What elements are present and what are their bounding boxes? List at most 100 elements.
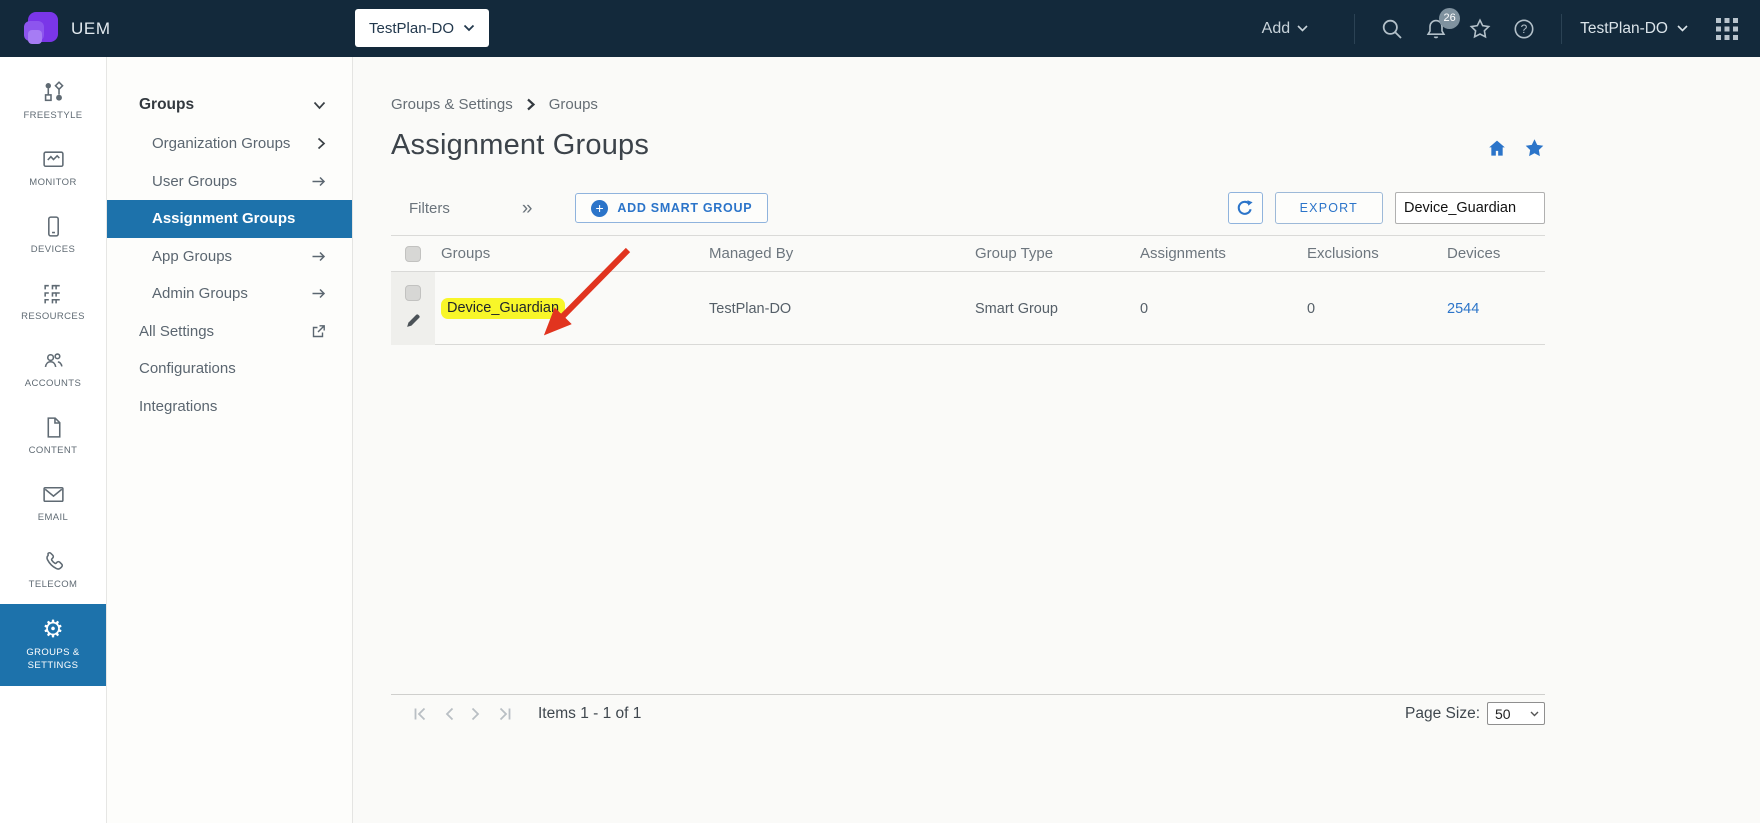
rail-item-content[interactable]: CONTENT bbox=[0, 403, 106, 470]
subnav-item-all-settings[interactable]: All Settings bbox=[107, 313, 352, 351]
devices-icon bbox=[41, 214, 66, 239]
rail-item-freestyle[interactable]: FREESTYLE bbox=[0, 68, 106, 135]
arrow-right-icon bbox=[311, 250, 326, 263]
rail-item-label: MONITOR bbox=[13, 177, 93, 189]
column-header-group-type[interactable]: Group Type bbox=[969, 245, 1134, 262]
rail-item-label: ACCOUNTS bbox=[13, 378, 93, 390]
chevron-down-icon bbox=[1530, 711, 1539, 717]
subnav-item-integrations[interactable]: Integrations bbox=[107, 388, 352, 426]
pager-controls bbox=[413, 707, 512, 721]
cell-group-name: Device_Guardian bbox=[435, 298, 703, 319]
next-page-icon[interactable] bbox=[470, 707, 482, 721]
subnav-item-label: Assignment Groups bbox=[152, 210, 295, 227]
favorites-star-icon[interactable] bbox=[1467, 16, 1493, 42]
chevron-down-icon bbox=[1297, 25, 1308, 32]
cell-managed-by: TestPlan-DO bbox=[703, 301, 969, 317]
rail-item-label: EMAIL bbox=[13, 512, 93, 524]
column-header-assignments[interactable]: Assignments bbox=[1134, 245, 1301, 262]
breadcrumb-groups[interactable]: Groups bbox=[549, 96, 598, 113]
add-smart-group-label: ADD SMART GROUP bbox=[617, 201, 752, 215]
account-label: TestPlan-DO bbox=[1580, 20, 1668, 38]
account-menu[interactable]: TestPlan-DO bbox=[1562, 20, 1714, 38]
search-icon[interactable] bbox=[1379, 16, 1405, 42]
cell-assignments: 0 bbox=[1134, 301, 1301, 317]
resources-icon bbox=[41, 281, 66, 306]
rail-item-telecom[interactable]: TELECOM bbox=[0, 537, 106, 604]
gear-icon: ⚙ bbox=[42, 618, 64, 642]
groups-settings-subnav: Groups Organization Groups User Groups A… bbox=[107, 57, 353, 823]
filters-toggle[interactable]: Filters bbox=[409, 200, 450, 217]
refresh-button[interactable] bbox=[1228, 192, 1263, 224]
refresh-icon bbox=[1236, 199, 1254, 217]
row-checkbox[interactable] bbox=[405, 285, 421, 301]
external-link-icon bbox=[311, 324, 326, 339]
email-icon bbox=[41, 482, 66, 507]
group-name-link[interactable]: Device_Guardian bbox=[441, 298, 565, 319]
favorite-star-filled-icon[interactable] bbox=[1524, 138, 1545, 158]
list-search-input[interactable] bbox=[1395, 192, 1545, 224]
subnav-item-admin-groups[interactable]: Admin Groups bbox=[107, 275, 352, 313]
add-menu[interactable]: Add bbox=[1262, 20, 1308, 38]
brand-name: UEM bbox=[71, 19, 111, 39]
rail-item-resources[interactable]: RESOURCES bbox=[0, 269, 106, 336]
plus-circle-icon: + bbox=[591, 200, 608, 217]
column-header-devices[interactable]: Devices bbox=[1441, 245, 1545, 262]
rail-item-label: GROUPS & SETTINGS bbox=[13, 647, 93, 672]
organization-group-selector[interactable]: TestPlan-DO bbox=[355, 9, 489, 47]
notification-count-badge: 26 bbox=[1439, 8, 1460, 29]
table-header-row: Groups Managed By Group Type Assignments… bbox=[391, 236, 1545, 272]
rail-item-label: FREESTYLE bbox=[13, 110, 93, 122]
page-size-label: Page Size: bbox=[1405, 705, 1480, 723]
subnav-item-organization-groups[interactable]: Organization Groups bbox=[107, 125, 352, 163]
assignment-groups-table: Groups Managed By Group Type Assignments… bbox=[391, 235, 1545, 345]
subnav-item-configurations[interactable]: Configurations bbox=[107, 350, 352, 388]
subnav-item-user-groups[interactable]: User Groups bbox=[107, 163, 352, 201]
breadcrumb: Groups & Settings Groups bbox=[391, 57, 1545, 113]
rail-item-label: RESOURCES bbox=[13, 311, 93, 323]
app-grid-icon[interactable] bbox=[1714, 16, 1740, 42]
brand: UEM bbox=[24, 12, 111, 46]
notifications-bell-icon[interactable]: 26 bbox=[1423, 16, 1449, 42]
rail-item-monitor[interactable]: MONITOR bbox=[0, 135, 106, 202]
export-button[interactable]: EXPORT bbox=[1275, 192, 1383, 224]
add-menu-label: Add bbox=[1262, 20, 1290, 38]
list-toolbar: Filters » + ADD SMART GROUP EXPORT bbox=[391, 192, 1545, 224]
add-smart-group-button[interactable]: + ADD SMART GROUP bbox=[575, 193, 768, 223]
subnav-item-label: All Settings bbox=[139, 323, 214, 340]
subnav-section-groups[interactable]: Groups bbox=[107, 85, 352, 125]
arrow-right-icon bbox=[311, 287, 326, 300]
prev-page-icon[interactable] bbox=[443, 707, 455, 721]
select-all-checkbox[interactable] bbox=[405, 246, 421, 262]
accounts-icon bbox=[41, 348, 66, 373]
page-size-select[interactable]: 50 bbox=[1487, 702, 1545, 725]
home-icon[interactable] bbox=[1487, 139, 1507, 158]
rail-item-accounts[interactable]: ACCOUNTS bbox=[0, 336, 106, 403]
svg-text:?: ? bbox=[1521, 22, 1528, 36]
rail-item-devices[interactable]: DEVICES bbox=[0, 202, 106, 269]
subnav-item-app-groups[interactable]: App Groups bbox=[107, 238, 352, 276]
help-icon[interactable]: ? bbox=[1511, 16, 1537, 42]
filters-expand-icon[interactable]: » bbox=[522, 199, 533, 218]
monitor-icon bbox=[41, 147, 66, 172]
topbar-icons: 26 ? bbox=[1355, 16, 1561, 42]
subnav-item-assignment-groups[interactable]: Assignment Groups bbox=[107, 200, 352, 238]
topbar: UEM TestPlan-DO Add 26 ? bbox=[0, 0, 1760, 57]
breadcrumb-groups-settings[interactable]: Groups & Settings bbox=[391, 96, 513, 113]
cell-exclusions: 0 bbox=[1301, 301, 1441, 317]
first-page-icon[interactable] bbox=[413, 707, 428, 721]
column-header-managed-by[interactable]: Managed By bbox=[703, 245, 969, 262]
rail-item-groups-settings[interactable]: ⚙ GROUPS & SETTINGS bbox=[0, 604, 106, 686]
last-page-icon[interactable] bbox=[497, 707, 512, 721]
column-header-exclusions[interactable]: Exclusions bbox=[1301, 245, 1441, 262]
topbar-right: Add 26 ? TestPlan-DO bbox=[1262, 14, 1760, 44]
edit-pencil-icon[interactable] bbox=[406, 313, 421, 328]
column-header-groups[interactable]: Groups bbox=[435, 245, 703, 262]
uem-logo-icon bbox=[24, 12, 58, 46]
items-count-label: Items 1 - 1 of 1 bbox=[538, 705, 641, 723]
subnav-section-label: Groups bbox=[139, 96, 194, 114]
chevron-right-icon bbox=[317, 137, 326, 150]
rail-item-email[interactable]: EMAIL bbox=[0, 470, 106, 537]
devices-count-link[interactable]: 2544 bbox=[1447, 301, 1479, 317]
arrow-right-icon bbox=[311, 175, 326, 188]
row-action-cell bbox=[391, 272, 435, 345]
